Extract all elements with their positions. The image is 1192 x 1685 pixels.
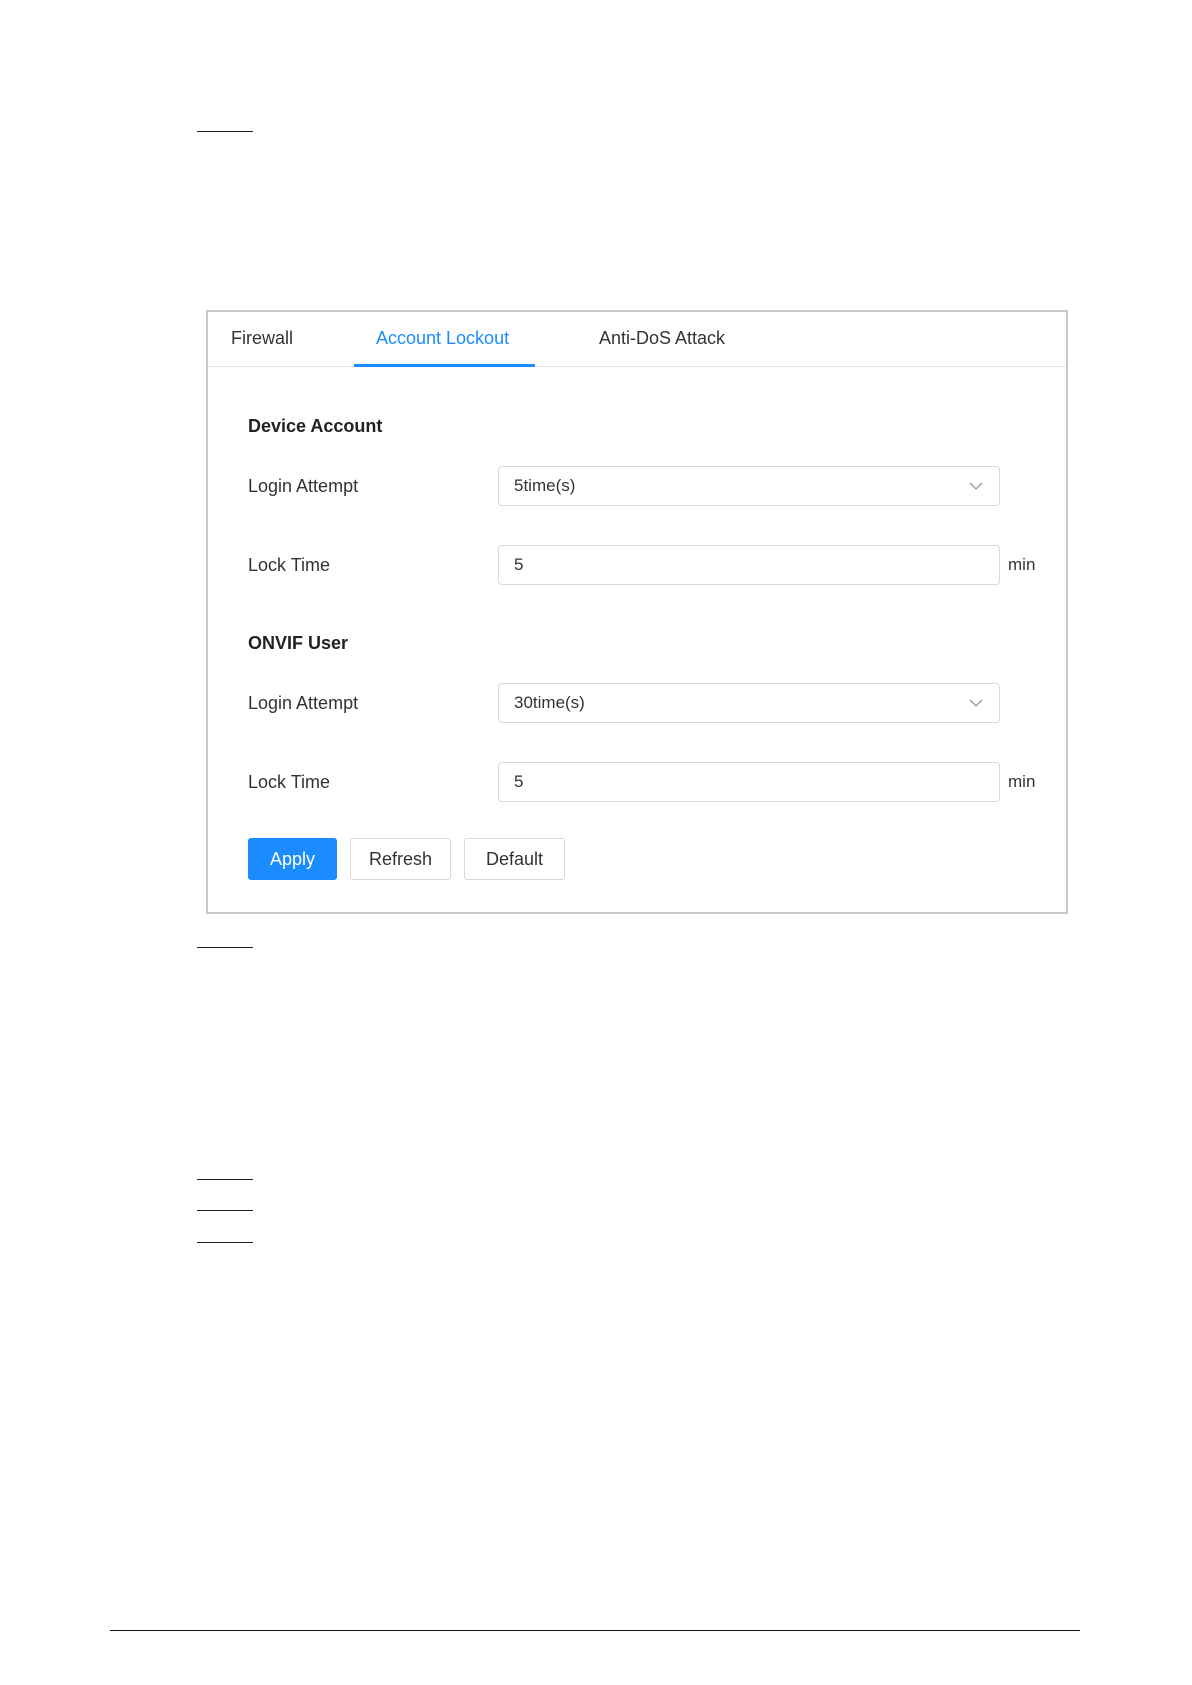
chevron-down-icon bbox=[969, 699, 983, 707]
onvif-login-attempt-label: Login Attempt bbox=[248, 693, 359, 713]
device-login-attempt-value: 5time(s) bbox=[514, 476, 576, 495]
device-lock-time-label: Lock Time bbox=[248, 555, 331, 575]
default-button[interactable]: Default bbox=[464, 838, 565, 880]
tab-account-lockout[interactable]: Account Lockout bbox=[376, 312, 509, 366]
onvif-lock-time-input[interactable] bbox=[498, 762, 1000, 802]
device-lock-time-input[interactable] bbox=[498, 545, 1000, 585]
tab-bar: Firewall Account Lockout Anti-DoS Attack bbox=[208, 312, 1066, 367]
device-login-attempt-label: Login Attempt bbox=[248, 476, 359, 496]
page-footer-rule bbox=[110, 1630, 1080, 1631]
step-marker-5 bbox=[197, 1242, 253, 1243]
step-marker-2 bbox=[197, 947, 253, 948]
onvif-lock-time-label: Lock Time bbox=[248, 772, 331, 792]
chevron-down-icon bbox=[969, 482, 983, 490]
device-lock-time-unit: min bbox=[1008, 555, 1036, 574]
active-tab-indicator bbox=[354, 364, 535, 367]
step-marker-1 bbox=[197, 131, 253, 132]
refresh-button[interactable]: Refresh bbox=[350, 838, 451, 880]
apply-button[interactable]: Apply bbox=[248, 838, 337, 880]
onvif-login-attempt-value: 30time(s) bbox=[514, 693, 585, 712]
tab-firewall[interactable]: Firewall bbox=[231, 312, 293, 366]
section-title-device-account: Device Account bbox=[248, 416, 383, 436]
section-title-onvif-user: ONVIF User bbox=[248, 633, 349, 653]
step-marker-4 bbox=[197, 1210, 253, 1211]
step-marker-3 bbox=[197, 1179, 253, 1180]
account-lockout-panel: Firewall Account Lockout Anti-DoS Attack… bbox=[206, 310, 1068, 914]
device-login-attempt-select[interactable]: 5time(s) bbox=[498, 466, 1000, 506]
tab-anti-dos-attack[interactable]: Anti-DoS Attack bbox=[599, 312, 725, 366]
onvif-lock-time-unit: min bbox=[1008, 772, 1036, 791]
onvif-login-attempt-select[interactable]: 30time(s) bbox=[498, 683, 1000, 723]
